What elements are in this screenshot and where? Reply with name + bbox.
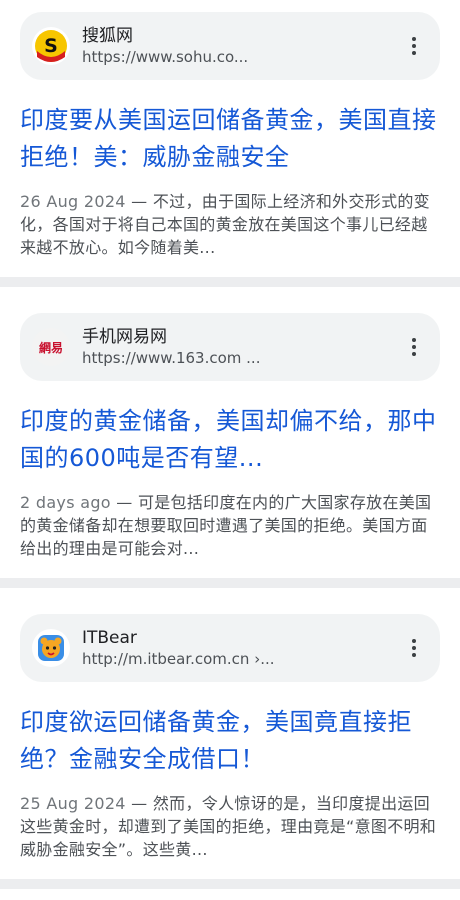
svg-text:S: S: [44, 35, 58, 57]
site-url: https://www.163.com ...: [82, 349, 261, 367]
more-options-icon[interactable]: [404, 327, 424, 367]
search-result: ITBear http://m.itbear.com.cn ›... 印度欲运回…: [0, 588, 460, 889]
more-options-icon[interactable]: [404, 628, 424, 668]
more-options-icon[interactable]: [404, 26, 424, 66]
result-title-link[interactable]: 印度要从美国运回储备黄金，美国直接拒绝！美：威胁金融安全: [20, 102, 440, 176]
favicon-text: 網易: [38, 340, 63, 355]
site-url: http://m.itbear.com.cn ›...: [82, 650, 275, 668]
divider: [0, 578, 460, 588]
sohu-logo-icon: S: [32, 27, 70, 65]
site-name: 手机网易网: [82, 327, 167, 347]
result-date: 25 Aug 2024: [20, 794, 126, 813]
itbear-logo-icon: [32, 629, 70, 667]
result-date: 26 Aug 2024: [20, 192, 126, 211]
result-snippet: 25 Aug 2024 — 然而，令人惊讶的是，当印度提出运回这些黄金时，却遭到…: [20, 792, 440, 861]
divider: [0, 879, 460, 889]
site-url: https://www.sohu.co...: [82, 48, 249, 66]
site-chip[interactable]: S 搜狐网 https://www.sohu.co...: [20, 12, 440, 80]
search-result: S 搜狐网 https://www.sohu.co... 印度要从美国运回储备黄…: [0, 0, 460, 287]
result-date: 2 days ago: [20, 493, 111, 512]
result-snippet: 2 days ago — 可是包括印度在内的广大国家存放在美国的黄金储备却在想要…: [20, 491, 440, 560]
site-chip[interactable]: 網易 手机网易网 https://www.163.com ...: [20, 313, 440, 381]
result-title-link[interactable]: 印度欲运回储备黄金，美国竟直接拒绝？金融安全成借口！: [20, 704, 440, 778]
search-results: S 搜狐网 https://www.sohu.co... 印度要从美国运回储备黄…: [0, 0, 460, 889]
netease-logo-icon: 網易: [32, 328, 70, 366]
result-title-link[interactable]: 印度的黄金储备，美国却偏不给，那中国的600吨是否有望...: [20, 403, 440, 477]
divider: [0, 277, 460, 287]
search-result: 網易 手机网易网 https://www.163.com ... 印度的黄金储备…: [0, 287, 460, 588]
result-snippet: 26 Aug 2024 — 不过，由于国际上经济和外交形式的变化，各国对于将自己…: [20, 190, 440, 259]
site-name: ITBear: [82, 628, 137, 648]
site-chip[interactable]: ITBear http://m.itbear.com.cn ›...: [20, 614, 440, 682]
site-name: 搜狐网: [82, 26, 133, 46]
